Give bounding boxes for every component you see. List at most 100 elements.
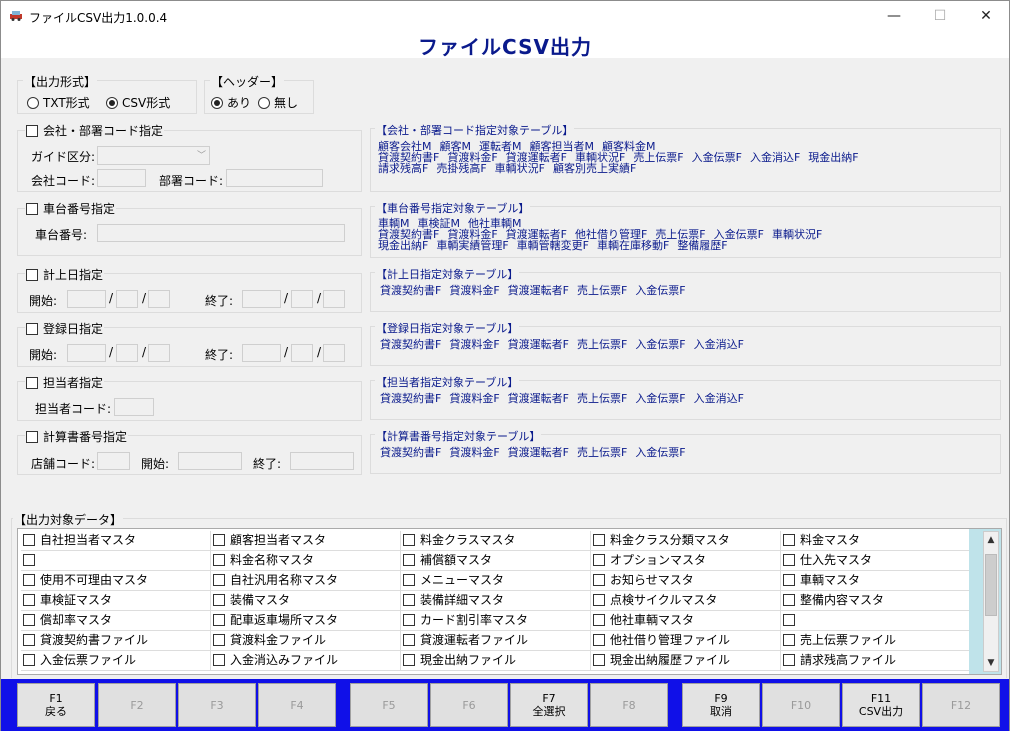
- registration-start-month[interactable]: [116, 344, 138, 362]
- scrollbar-track[interactable]: ▲ ▼: [983, 531, 999, 672]
- scroll-down-icon[interactable]: ▼: [984, 655, 998, 671]
- staff-checkbox-box[interactable]: [26, 377, 38, 389]
- list-item[interactable]: メニューマスタ: [401, 571, 591, 591]
- statement-end-input[interactable]: [290, 452, 354, 470]
- minimize-button[interactable]: —: [871, 4, 917, 28]
- list-item-checkbox[interactable]: [403, 634, 415, 646]
- list-item[interactable]: 配車返車場所マスタ: [211, 611, 401, 631]
- list-item[interactable]: 点検サイクルマスタ: [591, 591, 781, 611]
- vehicle-checkbox[interactable]: 車台番号指定: [25, 200, 117, 217]
- list-item[interactable]: 入金伝票ファイル: [21, 651, 211, 671]
- list-item[interactable]: カード割引率マスタ: [401, 611, 591, 631]
- list-item-checkbox[interactable]: [593, 574, 605, 586]
- list-item[interactable]: 売上伝票ファイル: [781, 631, 971, 651]
- accounting-end-year[interactable]: [242, 290, 281, 308]
- list-item-checkbox[interactable]: [783, 654, 795, 666]
- fkey-f11-button[interactable]: F11 CSV出力: [842, 683, 920, 727]
- list-item[interactable]: お知らせマスタ: [591, 571, 781, 591]
- company-code-input[interactable]: [97, 169, 146, 187]
- registration-start-year[interactable]: [67, 344, 106, 362]
- radio-header-yes-button[interactable]: [211, 97, 223, 109]
- list-item-checkbox[interactable]: [23, 534, 35, 546]
- registration-end-day[interactable]: [323, 344, 345, 362]
- list-scrollbar[interactable]: ▲ ▼: [969, 529, 1001, 674]
- list-item[interactable]: 貸渡料金ファイル: [211, 631, 401, 651]
- list-item[interactable]: 請求残高ファイル: [781, 651, 971, 671]
- fkey-f5-button[interactable]: F5: [350, 683, 428, 727]
- accounting-end-day[interactable]: [323, 290, 345, 308]
- list-item-checkbox[interactable]: [403, 554, 415, 566]
- radio-txt[interactable]: TXT形式: [27, 94, 90, 111]
- fkey-f8-button[interactable]: F8: [590, 683, 668, 727]
- list-item[interactable]: 装備マスタ: [211, 591, 401, 611]
- list-item[interactable]: [781, 611, 971, 631]
- list-item[interactable]: 整備内容マスタ: [781, 591, 971, 611]
- registration-date-checkbox[interactable]: 登録日指定: [25, 320, 105, 337]
- list-item-checkbox[interactable]: [783, 614, 795, 626]
- list-item-checkbox[interactable]: [783, 634, 795, 646]
- list-item[interactable]: 償却率マスタ: [21, 611, 211, 631]
- fkey-f12-button[interactable]: F12: [922, 683, 1000, 727]
- list-item[interactable]: 仕入先マスタ: [781, 551, 971, 571]
- list-item[interactable]: 装備詳細マスタ: [401, 591, 591, 611]
- maximize-button[interactable]: ☐: [917, 4, 963, 28]
- list-item-checkbox[interactable]: [213, 594, 225, 606]
- list-item-checkbox[interactable]: [213, 554, 225, 566]
- list-item-checkbox[interactable]: [23, 634, 35, 646]
- radio-txt-button[interactable]: [27, 97, 39, 109]
- list-item-checkbox[interactable]: [213, 574, 225, 586]
- list-item-checkbox[interactable]: [213, 654, 225, 666]
- list-item[interactable]: 料金クラスマスタ: [401, 531, 591, 551]
- accounting-start-month[interactable]: [116, 290, 138, 308]
- list-item-checkbox[interactable]: [403, 654, 415, 666]
- fkey-f4-button[interactable]: F4: [258, 683, 336, 727]
- dept-code-input[interactable]: [226, 169, 323, 187]
- list-item[interactable]: 自社担当者マスタ: [21, 531, 211, 551]
- list-item-checkbox[interactable]: [23, 554, 35, 566]
- store-code-input[interactable]: [97, 452, 130, 470]
- list-item[interactable]: [21, 551, 211, 571]
- list-item[interactable]: オプションマスタ: [591, 551, 781, 571]
- list-item-checkbox[interactable]: [213, 534, 225, 546]
- list-item[interactable]: 他社借り管理ファイル: [591, 631, 781, 651]
- registration-date-checkbox-box[interactable]: [26, 323, 38, 335]
- list-item-checkbox[interactable]: [783, 594, 795, 606]
- list-item[interactable]: 現金出納ファイル: [401, 651, 591, 671]
- fkey-f10-button[interactable]: F10: [762, 683, 840, 727]
- list-item-checkbox[interactable]: [403, 534, 415, 546]
- statement-checkbox[interactable]: 計算書番号指定: [25, 428, 129, 445]
- statement-start-input[interactable]: [178, 452, 242, 470]
- list-item-checkbox[interactable]: [23, 654, 35, 666]
- accounting-end-month[interactable]: [291, 290, 313, 308]
- fkey-f3-button[interactable]: F3: [178, 683, 256, 727]
- radio-header-no-button[interactable]: [258, 97, 270, 109]
- statement-checkbox-box[interactable]: [26, 431, 38, 443]
- list-item-checkbox[interactable]: [593, 594, 605, 606]
- list-item-checkbox[interactable]: [23, 594, 35, 606]
- list-item-checkbox[interactable]: [593, 634, 605, 646]
- scrollbar-thumb[interactable]: [985, 554, 997, 616]
- accounting-date-checkbox[interactable]: 計上日指定: [25, 266, 105, 283]
- list-item[interactable]: 入金消込みファイル: [211, 651, 401, 671]
- guide-select[interactable]: ﹀: [97, 146, 210, 165]
- scroll-up-icon[interactable]: ▲: [984, 532, 998, 548]
- list-item[interactable]: 貸渡運転者ファイル: [401, 631, 591, 651]
- list-item-checkbox[interactable]: [593, 534, 605, 546]
- list-item-checkbox[interactable]: [593, 554, 605, 566]
- radio-header-no[interactable]: 無し: [258, 94, 298, 111]
- list-item-checkbox[interactable]: [593, 614, 605, 626]
- list-item-checkbox[interactable]: [403, 594, 415, 606]
- fkey-f2-button[interactable]: F2: [98, 683, 176, 727]
- staff-checkbox[interactable]: 担当者指定: [25, 374, 105, 391]
- radio-csv-button[interactable]: [106, 97, 118, 109]
- list-item[interactable]: 車輌マスタ: [781, 571, 971, 591]
- registration-end-year[interactable]: [242, 344, 281, 362]
- registration-end-month[interactable]: [291, 344, 313, 362]
- radio-header-yes[interactable]: あり: [211, 94, 251, 111]
- list-item[interactable]: 使用不可理由マスタ: [21, 571, 211, 591]
- list-item[interactable]: 他社車輌マスタ: [591, 611, 781, 631]
- accounting-date-checkbox-box[interactable]: [26, 269, 38, 281]
- vehicle-checkbox-box[interactable]: [26, 203, 38, 215]
- list-item-checkbox[interactable]: [783, 534, 795, 546]
- fkey-f9-button[interactable]: F9 取消: [682, 683, 760, 727]
